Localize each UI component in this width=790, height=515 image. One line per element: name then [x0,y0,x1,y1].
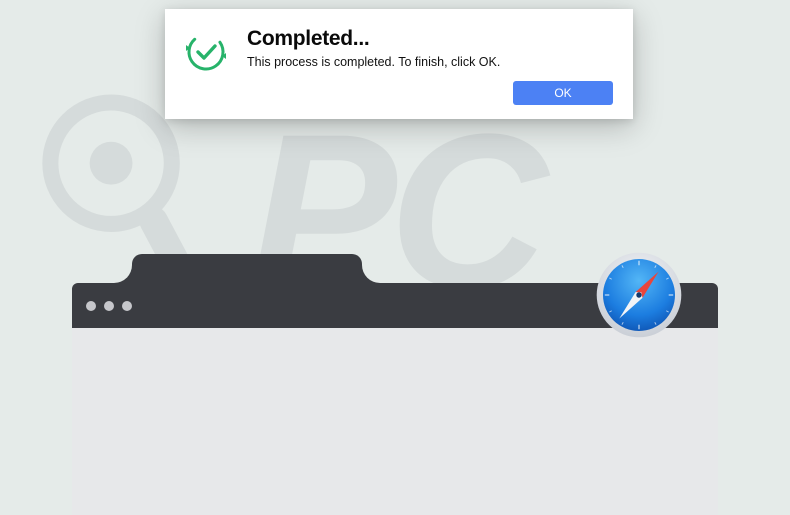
completed-dialog: Completed... This process is completed. … [165,9,633,119]
window-controls [86,301,132,311]
dialog-actions: OK [247,81,613,105]
window-minimize-dot[interactable] [104,301,114,311]
ok-button[interactable]: OK [513,81,613,105]
window-close-dot[interactable] [86,301,96,311]
browser-active-tab[interactable] [132,254,362,283]
dialog-title: Completed... [247,27,613,51]
browser-viewport [72,328,718,515]
dialog-body: Completed... This process is completed. … [247,27,613,103]
safari-icon [594,250,684,340]
dialog-success-icon [185,27,227,103]
window-maximize-dot[interactable] [122,301,132,311]
dialog-message: This process is completed. To finish, cl… [247,55,613,69]
